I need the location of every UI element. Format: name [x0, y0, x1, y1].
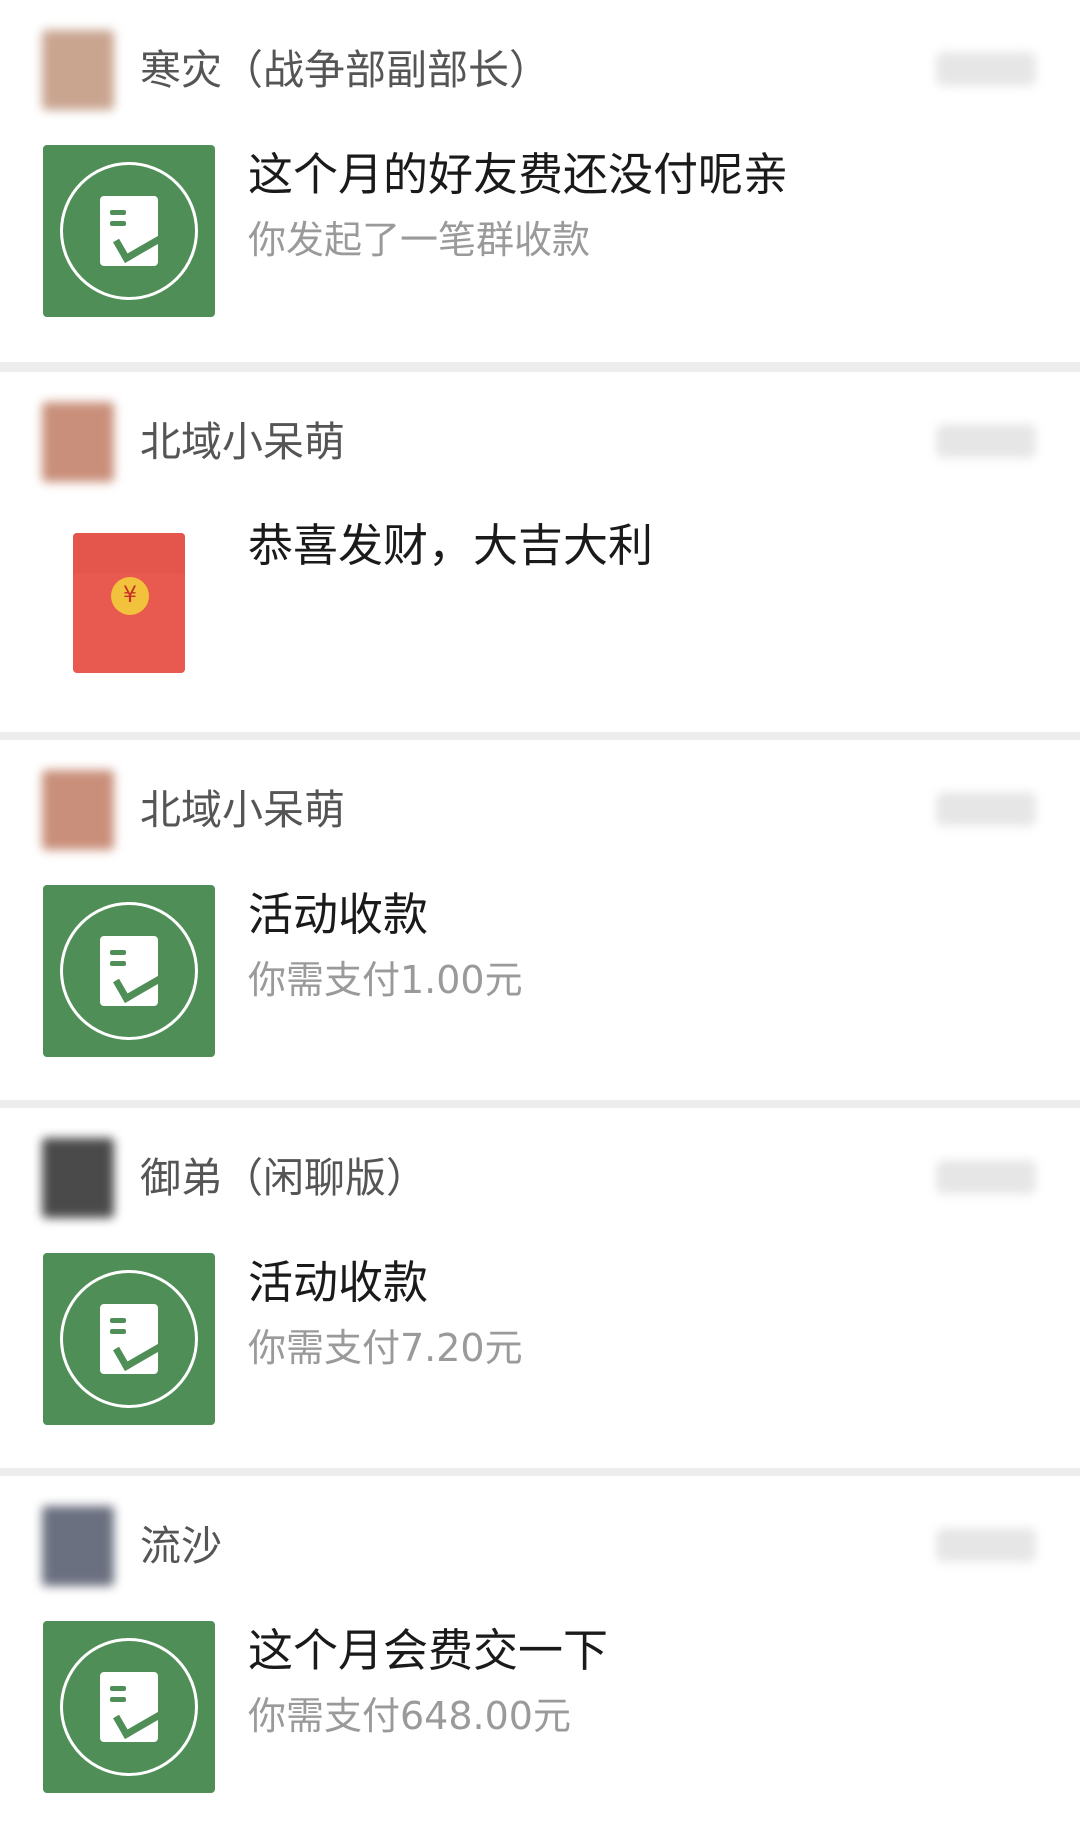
message-feed: 寒灾（战争部副部长） 这个月的好友费还没付呢亲 你发起了一笔群收款 北域小呆萌 … — [0, 0, 1080, 1833]
timestamp-blurred — [936, 52, 1036, 86]
timestamp-blurred — [936, 424, 1036, 458]
timestamp-blurred — [936, 792, 1036, 826]
avatar[interactable] — [42, 770, 114, 850]
message-title[interactable]: 恭喜发财，大吉大利 — [248, 517, 653, 575]
message-card[interactable]: 北域小呆萌 活动收款 你需支付1.00元 — [0, 740, 1080, 1100]
red-packet-icon[interactable]: ¥ — [73, 533, 185, 673]
message-title[interactable]: 活动收款 — [248, 886, 428, 944]
payment-request-icon[interactable] — [43, 145, 215, 317]
timestamp-blurred — [936, 1528, 1036, 1562]
timestamp-blurred — [936, 1160, 1036, 1194]
sender-name: 御弟（闲聊版） — [140, 1154, 427, 1202]
message-subtitle: 你需支付648.00元 — [248, 1694, 571, 1738]
sender-name: 流沙 — [140, 1522, 222, 1570]
sender-name: 北域小呆萌 — [140, 786, 345, 834]
message-title[interactable]: 活动收款 — [248, 1254, 428, 1312]
message-card[interactable]: 御弟（闲聊版） 活动收款 你需支付7.20元 — [0, 1108, 1080, 1468]
message-title[interactable]: 这个月的好友费还没付呢亲 — [248, 146, 788, 204]
payment-request-icon[interactable] — [43, 885, 215, 1057]
payment-request-icon[interactable] — [43, 1253, 215, 1425]
avatar[interactable] — [42, 402, 114, 482]
sender-name: 寒灾（战争部副部长） — [140, 46, 550, 94]
message-subtitle: 你需支付7.20元 — [248, 1326, 523, 1370]
payment-request-icon[interactable] — [43, 1621, 215, 1793]
sender-name: 北域小呆萌 — [140, 418, 345, 466]
message-subtitle: 你发起了一笔群收款 — [248, 218, 591, 262]
coin-icon: ¥ — [111, 577, 149, 615]
avatar[interactable] — [42, 1506, 114, 1586]
avatar[interactable] — [42, 30, 114, 110]
message-card[interactable]: 流沙 这个月会费交一下 你需支付648.00元 — [0, 1476, 1080, 1833]
message-title[interactable]: 这个月会费交一下 — [248, 1622, 608, 1680]
avatar[interactable] — [42, 1138, 114, 1218]
message-card[interactable]: 寒灾（战争部副部长） 这个月的好友费还没付呢亲 你发起了一笔群收款 — [0, 0, 1080, 362]
message-subtitle: 你需支付1.00元 — [248, 958, 523, 1002]
message-card[interactable]: 北域小呆萌 ¥ 恭喜发财，大吉大利 — [0, 372, 1080, 732]
